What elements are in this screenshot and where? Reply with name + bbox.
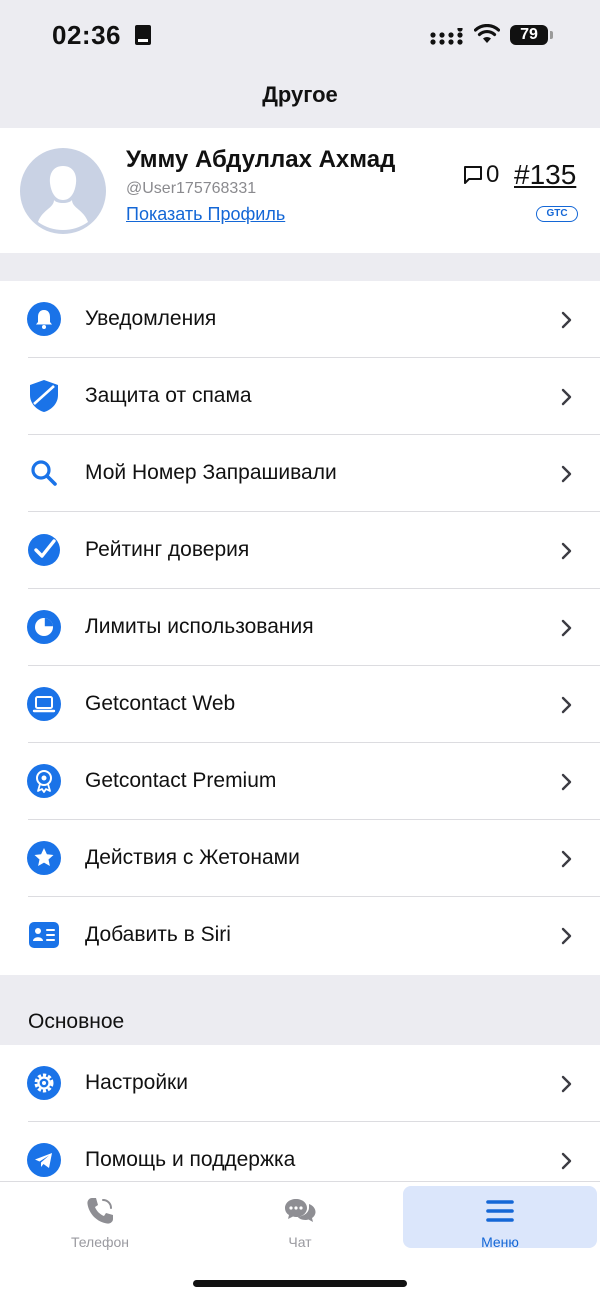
menu-item-label: Защита от спама	[85, 384, 252, 407]
menu-item-usage-limits[interactable]: Лимиты использования	[0, 589, 600, 666]
award-icon	[27, 764, 61, 798]
menu-item-label: Getcontact Web	[85, 692, 236, 715]
menu-item-add-to-siri[interactable]: Добавить в Siri	[0, 897, 600, 974]
battery-tip	[550, 31, 553, 39]
tab-phone[interactable]: Телефон	[3, 1186, 197, 1250]
check-badge-icon	[28, 534, 60, 566]
search-icon	[31, 460, 57, 486]
chevron-right-icon	[561, 773, 572, 791]
menu-item-label: Действия с Жетонами	[85, 846, 300, 869]
menu-item-label: Настройки	[85, 1071, 188, 1094]
status-time: 02:36	[52, 20, 121, 50]
gear-icon	[27, 1066, 61, 1100]
chat-icon	[285, 1199, 316, 1222]
star-icon	[27, 841, 61, 875]
menu-item-getcontact-web[interactable]: Getcontact Web	[0, 666, 600, 743]
phone-icon	[87, 1198, 113, 1224]
cellular-signal-icon	[430, 28, 463, 45]
menu-item-notifications[interactable]: Уведомления	[0, 281, 600, 358]
pie-chart-icon	[27, 610, 61, 644]
page-title: Другое	[262, 82, 338, 107]
chevron-right-icon	[561, 388, 572, 406]
status-bar: 02:36 79	[0, 0, 600, 70]
chevron-right-icon	[561, 619, 572, 637]
profile-card[interactable]: Умму Абдуллах Ахмад @User175768331 Показ…	[0, 128, 600, 253]
menu-item-label: Добавить в Siri	[85, 923, 231, 946]
tab-menu[interactable]: Меню	[403, 1186, 597, 1250]
tab-label: Чат	[288, 1234, 312, 1250]
telegram-icon	[27, 1143, 61, 1177]
shield-icon	[30, 380, 58, 412]
menu-item-label: Помощь и поддержка	[85, 1148, 296, 1171]
comment-count: 0	[486, 161, 500, 188]
wifi-icon	[474, 24, 500, 43]
gtc-badge: GTC	[536, 206, 578, 222]
tab-chat[interactable]: Чат	[203, 1186, 397, 1250]
laptop-icon	[27, 687, 61, 721]
profile-name: Умму Абдуллах Ахмад	[126, 146, 396, 173]
section-header-main: Основное	[28, 1010, 125, 1033]
menu-item-settings[interactable]: Настройки	[0, 1045, 600, 1122]
chevron-right-icon	[561, 311, 572, 329]
menu-item-label: Рейтинг доверия	[85, 538, 250, 561]
rank-label[interactable]: #135	[514, 159, 576, 191]
battery-indicator: 79	[510, 25, 548, 45]
chevron-right-icon	[561, 927, 572, 945]
chevron-right-icon	[561, 1075, 572, 1093]
profile-handle: @User175768331	[126, 180, 257, 197]
menu-item-spam-protection[interactable]: Защита от спама	[0, 358, 600, 435]
chevron-right-icon	[561, 542, 572, 560]
menu-item-label: Мой Номер Запрашивали	[85, 461, 337, 484]
chevron-right-icon	[561, 1152, 572, 1170]
avatar[interactable]	[20, 148, 106, 234]
bell-icon	[27, 302, 61, 336]
menu-list: Уведомления Защита от спама Мой Номер За…	[0, 281, 600, 975]
show-profile-link[interactable]: Показать Профиль	[126, 204, 285, 225]
main-menu-list: Настройки Помощь и поддержка	[0, 1045, 600, 1185]
tab-label: Телефон	[70, 1234, 130, 1250]
chevron-right-icon	[561, 465, 572, 483]
menu-item-getcontact-premium[interactable]: Getcontact Premium	[0, 743, 600, 820]
home-indicator[interactable]	[193, 1280, 407, 1287]
menu-item-label: Getcontact Premium	[85, 769, 277, 792]
menu-item-token-actions[interactable]: Действия с Жетонами	[0, 820, 600, 897]
focus-book-icon	[135, 25, 151, 45]
chevron-right-icon	[561, 696, 572, 714]
menu-item-label: Уведомления	[85, 307, 217, 330]
menu-icon	[486, 1200, 514, 1222]
chevron-right-icon	[561, 850, 572, 868]
tab-label: Меню	[481, 1234, 519, 1250]
comment-icon	[464, 166, 482, 184]
menu-item-label: Лимиты использования	[85, 615, 314, 638]
contact-card-icon	[29, 922, 59, 948]
menu-item-trust-rating[interactable]: Рейтинг доверия	[0, 512, 600, 589]
menu-item-who-searched[interactable]: Мой Номер Запрашивали	[0, 435, 600, 512]
